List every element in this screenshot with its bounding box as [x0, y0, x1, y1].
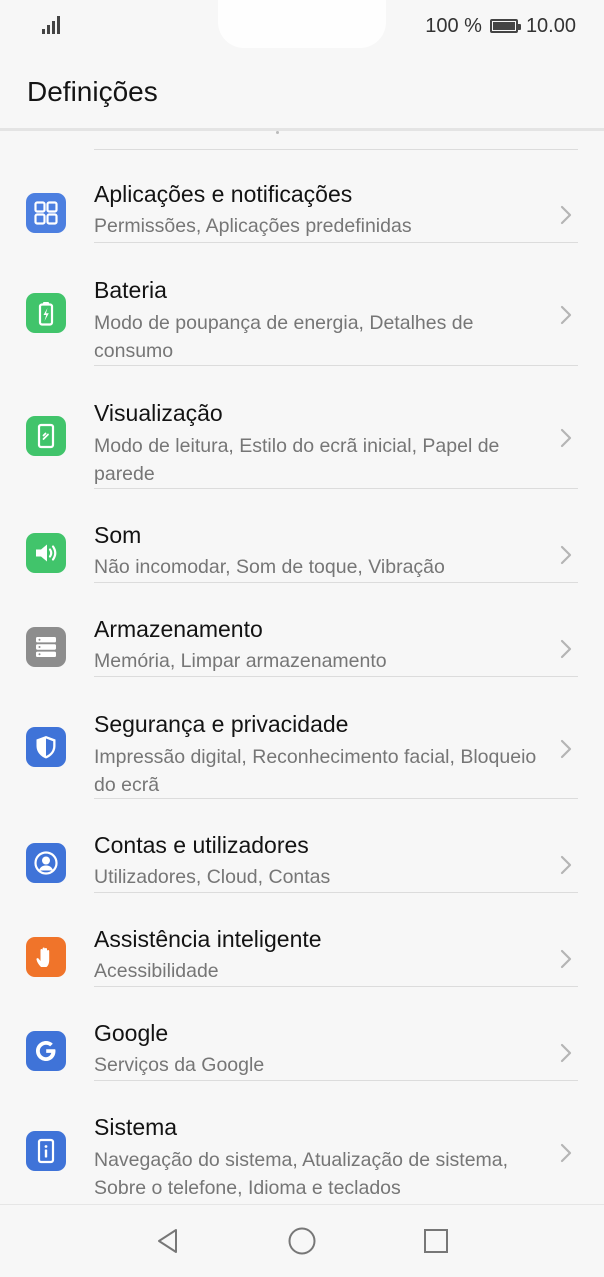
- phone-display-icon: [26, 416, 66, 456]
- settings-item-subtitle: Impressão digital, Reconhecimento facial…: [94, 746, 537, 796]
- settings-item-accounts-users[interactable]: Contas e utilizadores Utilizadores, Cloud…: [0, 799, 604, 893]
- page-title: Definições: [27, 76, 158, 107]
- chevron-right-icon: [558, 947, 574, 971]
- previous-item-remnant: [276, 131, 279, 134]
- chevron-right-icon: [558, 637, 574, 661]
- battery-fill: [492, 22, 515, 30]
- status-bar: 100 % 10.00: [0, 0, 604, 52]
- battery-icon: [489, 19, 521, 33]
- chevron-right-icon: [558, 543, 574, 567]
- settings-item-subtitle: Não incomodar, Som de toque, Vibração: [94, 556, 445, 578]
- apps-grid-icon: [26, 193, 66, 233]
- chevron-right-icon: [560, 639, 572, 659]
- settings-item-title: Segurança e privacidade: [94, 711, 349, 737]
- chevron-right-icon: [560, 305, 572, 325]
- settings-item-title: Visualização: [94, 400, 223, 426]
- chevron-right-icon: [560, 428, 572, 448]
- google-icon: [26, 1031, 66, 1071]
- chevron-right-icon: [558, 737, 574, 761]
- settings-item-title: Google: [94, 1020, 169, 1046]
- settings-item-title: Armazenamento: [94, 616, 263, 642]
- user-icon: [26, 843, 66, 883]
- settings-item-subtitle: Memória, Limpar armazenamento: [94, 650, 387, 672]
- settings-item-subtitle: Acessibilidade: [94, 960, 219, 982]
- settings-item-system[interactable]: Sistema Navegação do sistema, Atualização…: [0, 1081, 604, 1204]
- storage-icon: [26, 627, 66, 667]
- battery-charging-icon: [26, 293, 66, 333]
- navigation-bar: [0, 1204, 604, 1277]
- app-header: Definições: [0, 52, 604, 131]
- chevron-right-icon: [560, 949, 572, 969]
- settings-item-title: Sistema: [94, 1114, 178, 1140]
- signal-strength-icon: [42, 16, 64, 34]
- info-icon: [26, 1131, 66, 1171]
- settings-item-title: Som: [94, 522, 142, 548]
- settings-item-subtitle: Serviços da Google: [94, 1054, 265, 1076]
- home-icon[interactable]: [286, 1225, 318, 1257]
- settings-item-subtitle: Permissões, Aplicações predefinidas: [94, 215, 412, 237]
- status-right: 100 % 10.00: [425, 14, 576, 38]
- settings-list[interactable]: Aplicações e notificações Permissões, Apl…: [0, 131, 604, 1204]
- settings-item-subtitle: Modo de leitura, Estilo do ecrã inicial,…: [94, 435, 500, 485]
- chevron-right-icon: [560, 545, 572, 565]
- settings-item-sound[interactable]: Som Não incomodar, Som de toque, Vibração: [0, 489, 604, 583]
- settings-item-title: Contas e utilizadores: [94, 832, 309, 858]
- chevron-right-icon: [558, 303, 574, 327]
- chevron-right-icon: [558, 1141, 574, 1165]
- chevron-right-icon: [558, 853, 574, 877]
- clock: 10.00: [525, 14, 576, 37]
- settings-item-battery[interactable]: Bateria Modo de poupança de energia, Deta…: [0, 243, 604, 366]
- speaker-icon: [26, 533, 66, 573]
- chevron-right-icon: [560, 855, 572, 875]
- settings-item-subtitle: Modo de poupança de energia, Detalhes de…: [94, 312, 474, 362]
- chevron-right-icon: [560, 205, 572, 225]
- settings-item-subtitle: Utilizadores, Cloud, Contas: [94, 866, 331, 888]
- settings-item-google[interactable]: Google Serviços da Google: [0, 987, 604, 1081]
- settings-item-security-privacy[interactable]: Segurança e privacidade Impressão digital…: [0, 677, 604, 799]
- battery-percent: 100 %: [425, 14, 482, 37]
- settings-item-smart-assistance[interactable]: Assistência inteligente Acessibilidade: [0, 893, 604, 987]
- chevron-right-icon: [558, 426, 574, 450]
- settings-item-subtitle: Navegação do sistema, Atualização de sis…: [94, 1149, 509, 1199]
- settings-item-storage[interactable]: Armazenamento Memória, Limpar armazenamen…: [0, 583, 604, 677]
- chevron-right-icon: [560, 1043, 572, 1063]
- shield-icon: [26, 727, 66, 767]
- camera-notch: [218, 0, 386, 48]
- chevron-right-icon: [558, 203, 574, 227]
- chevron-right-icon: [560, 739, 572, 759]
- back-icon[interactable]: [152, 1225, 184, 1257]
- chevron-right-icon: [560, 1143, 572, 1163]
- settings-item-apps-notifications[interactable]: Aplicações e notificações Permissões, Apl…: [0, 149, 604, 243]
- settings-item-title: Bateria: [94, 277, 167, 303]
- hand-icon: [26, 937, 66, 977]
- settings-item-display[interactable]: Visualização Modo de leitura, Estilo do e…: [0, 366, 604, 489]
- settings-item-title: Assistência inteligente: [94, 926, 322, 952]
- settings-item-title: Aplicações e notificações: [94, 181, 353, 207]
- chevron-right-icon: [558, 1041, 574, 1065]
- recents-icon[interactable]: [420, 1225, 452, 1257]
